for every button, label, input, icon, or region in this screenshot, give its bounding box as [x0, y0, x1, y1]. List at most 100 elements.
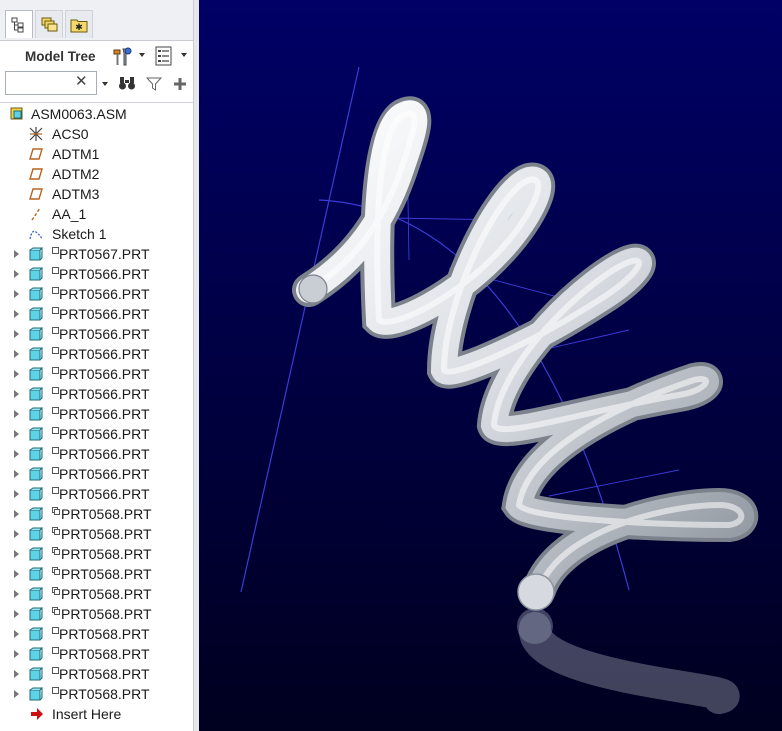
expand-arrow-icon[interactable] [14, 390, 19, 398]
search-row: ✕ [0, 70, 193, 100]
expand-arrow-icon[interactable] [14, 350, 19, 358]
part-icon [29, 367, 43, 381]
tree-part-row[interactable]: PRT0566.PRT [0, 484, 193, 504]
graphics-viewport[interactable] [199, 0, 782, 731]
tree-part-row[interactable]: PRT0568.PRT [0, 544, 193, 564]
tree-part-row[interactable]: PRT0568.PRT [0, 624, 193, 644]
expand-arrow-icon[interactable] [14, 610, 19, 618]
tree-part-label: PRT0568.PRT [61, 506, 152, 522]
tree-part-label: PRT0566.PRT [59, 406, 150, 422]
tree-feature-adtm1[interactable]: ADTM1 [0, 144, 193, 164]
tree-part-row[interactable]: PRT0566.PRT [0, 284, 193, 304]
tree-feature-adtm2[interactable]: ADTM2 [0, 164, 193, 184]
tree-part-row[interactable]: PRT0566.PRT [0, 364, 193, 384]
tree-part-row[interactable]: PRT0566.PRT [0, 264, 193, 284]
tab-layers[interactable] [35, 10, 63, 38]
tree-part-row[interactable]: PRT0566.PRT [0, 324, 193, 344]
tree-part-row[interactable]: PRT0567.PRT [0, 244, 193, 264]
tree-feature-sketch1[interactable]: Sketch 1 [0, 224, 193, 244]
expand-arrow-icon[interactable] [14, 690, 19, 698]
tree-part-row[interactable]: PRT0568.PRT [0, 604, 193, 624]
tree-part-row[interactable]: PRT0566.PRT [0, 384, 193, 404]
spring-scene [199, 0, 782, 731]
expand-arrow-icon[interactable] [14, 650, 19, 658]
tree-part-row[interactable]: PRT0566.PRT [0, 424, 193, 444]
tree-insert-here[interactable]: Insert Here [0, 704, 193, 724]
tab-model-tree[interactable] [5, 10, 33, 38]
expand-arrow-icon[interactable] [14, 510, 19, 518]
tree-part-label: PRT0568.PRT [59, 686, 150, 702]
part-icon [29, 687, 43, 701]
component-marker-icon [52, 667, 59, 674]
tree-part-row[interactable]: PRT0568.PRT [0, 584, 193, 604]
component-marker-icon [52, 407, 59, 414]
expand-arrow-icon[interactable] [14, 550, 19, 558]
expand-arrow-icon[interactable] [14, 330, 19, 338]
part-icon [29, 567, 43, 581]
add-icon[interactable] [173, 77, 187, 91]
tree-part-row[interactable]: PRT0566.PRT [0, 344, 193, 364]
expand-arrow-icon[interactable] [14, 630, 19, 638]
tree-columns-icon[interactable] [155, 46, 173, 66]
tree-part-label: PRT0566.PRT [59, 286, 150, 302]
component-marker-icon [52, 327, 59, 334]
tree-part-row[interactable]: PRT0566.PRT [0, 444, 193, 464]
expand-arrow-icon[interactable] [14, 370, 19, 378]
expand-arrow-icon[interactable] [14, 570, 19, 578]
tree-part-row[interactable]: PRT0566.PRT [0, 304, 193, 324]
expand-arrow-icon[interactable] [14, 450, 19, 458]
tools-dropdown-caret[interactable] [139, 53, 145, 57]
tree-part-row[interactable]: PRT0566.PRT [0, 404, 193, 424]
tree-part-label: PRT0566.PRT [59, 346, 150, 362]
tree-part-row[interactable]: PRT0568.PRT [0, 564, 193, 584]
component-marker-icon [52, 647, 59, 654]
expand-arrow-icon[interactable] [14, 250, 19, 258]
part-icon [29, 327, 43, 341]
tree-feature-label: Sketch 1 [52, 226, 107, 242]
expand-arrow-icon[interactable] [14, 290, 19, 298]
part-icon [29, 587, 43, 601]
clear-search-icon[interactable]: ✕ [75, 73, 88, 91]
tree-part-row[interactable]: PRT0568.PRT [0, 504, 193, 524]
tree-feature-aa1[interactable]: AA_1 [0, 204, 193, 224]
tools-icon[interactable] [111, 45, 133, 67]
component-marker-icon [52, 267, 59, 274]
tree-part-row[interactable]: PRT0568.PRT [0, 524, 193, 544]
search-history-caret[interactable] [102, 82, 108, 86]
expand-arrow-icon[interactable] [14, 410, 19, 418]
tree-part-label: PRT0568.PRT [59, 666, 150, 682]
flexible-component-marker-icon [52, 587, 60, 595]
part-icon [29, 387, 43, 401]
expand-arrow-icon[interactable] [14, 430, 19, 438]
part-icon [29, 547, 43, 561]
component-marker-icon [52, 367, 59, 374]
expand-arrow-icon[interactable] [14, 670, 19, 678]
binoculars-icon[interactable] [118, 75, 136, 91]
tree-feature-adtm3[interactable]: ADTM3 [0, 184, 193, 204]
tree-part-row[interactable]: PRT0568.PRT [0, 644, 193, 664]
coordinate-system-icon [29, 127, 43, 141]
tab-favorites[interactable]: ✱ [65, 10, 93, 38]
flexible-component-marker-icon [52, 547, 60, 555]
component-marker-icon [52, 627, 59, 634]
tree-feature-label: ACS0 [52, 126, 89, 142]
tree-part-row[interactable]: PRT0566.PRT [0, 464, 193, 484]
expand-arrow-icon[interactable] [14, 590, 19, 598]
expand-arrow-icon[interactable] [14, 310, 19, 318]
flexible-component-marker-icon [52, 607, 60, 615]
part-icon [29, 307, 43, 321]
tree-feature-label: AA_1 [52, 206, 87, 222]
tree-part-row[interactable]: PRT0568.PRT [0, 684, 193, 704]
tree-part-label: PRT0566.PRT [59, 386, 150, 402]
tree-feature-acs0[interactable]: ACS0 [0, 124, 193, 144]
layers-tab-icon [41, 17, 58, 31]
expand-arrow-icon[interactable] [14, 490, 19, 498]
expand-arrow-icon[interactable] [14, 470, 19, 478]
expand-arrow-icon[interactable] [14, 530, 19, 538]
expand-arrow-icon[interactable] [14, 270, 19, 278]
tree-root-row[interactable]: ASM0063.ASM [0, 104, 193, 124]
part-icon [29, 427, 43, 441]
show-dropdown-caret[interactable] [181, 53, 187, 57]
filter-icon[interactable] [146, 76, 162, 92]
tree-part-row[interactable]: PRT0568.PRT [0, 664, 193, 684]
